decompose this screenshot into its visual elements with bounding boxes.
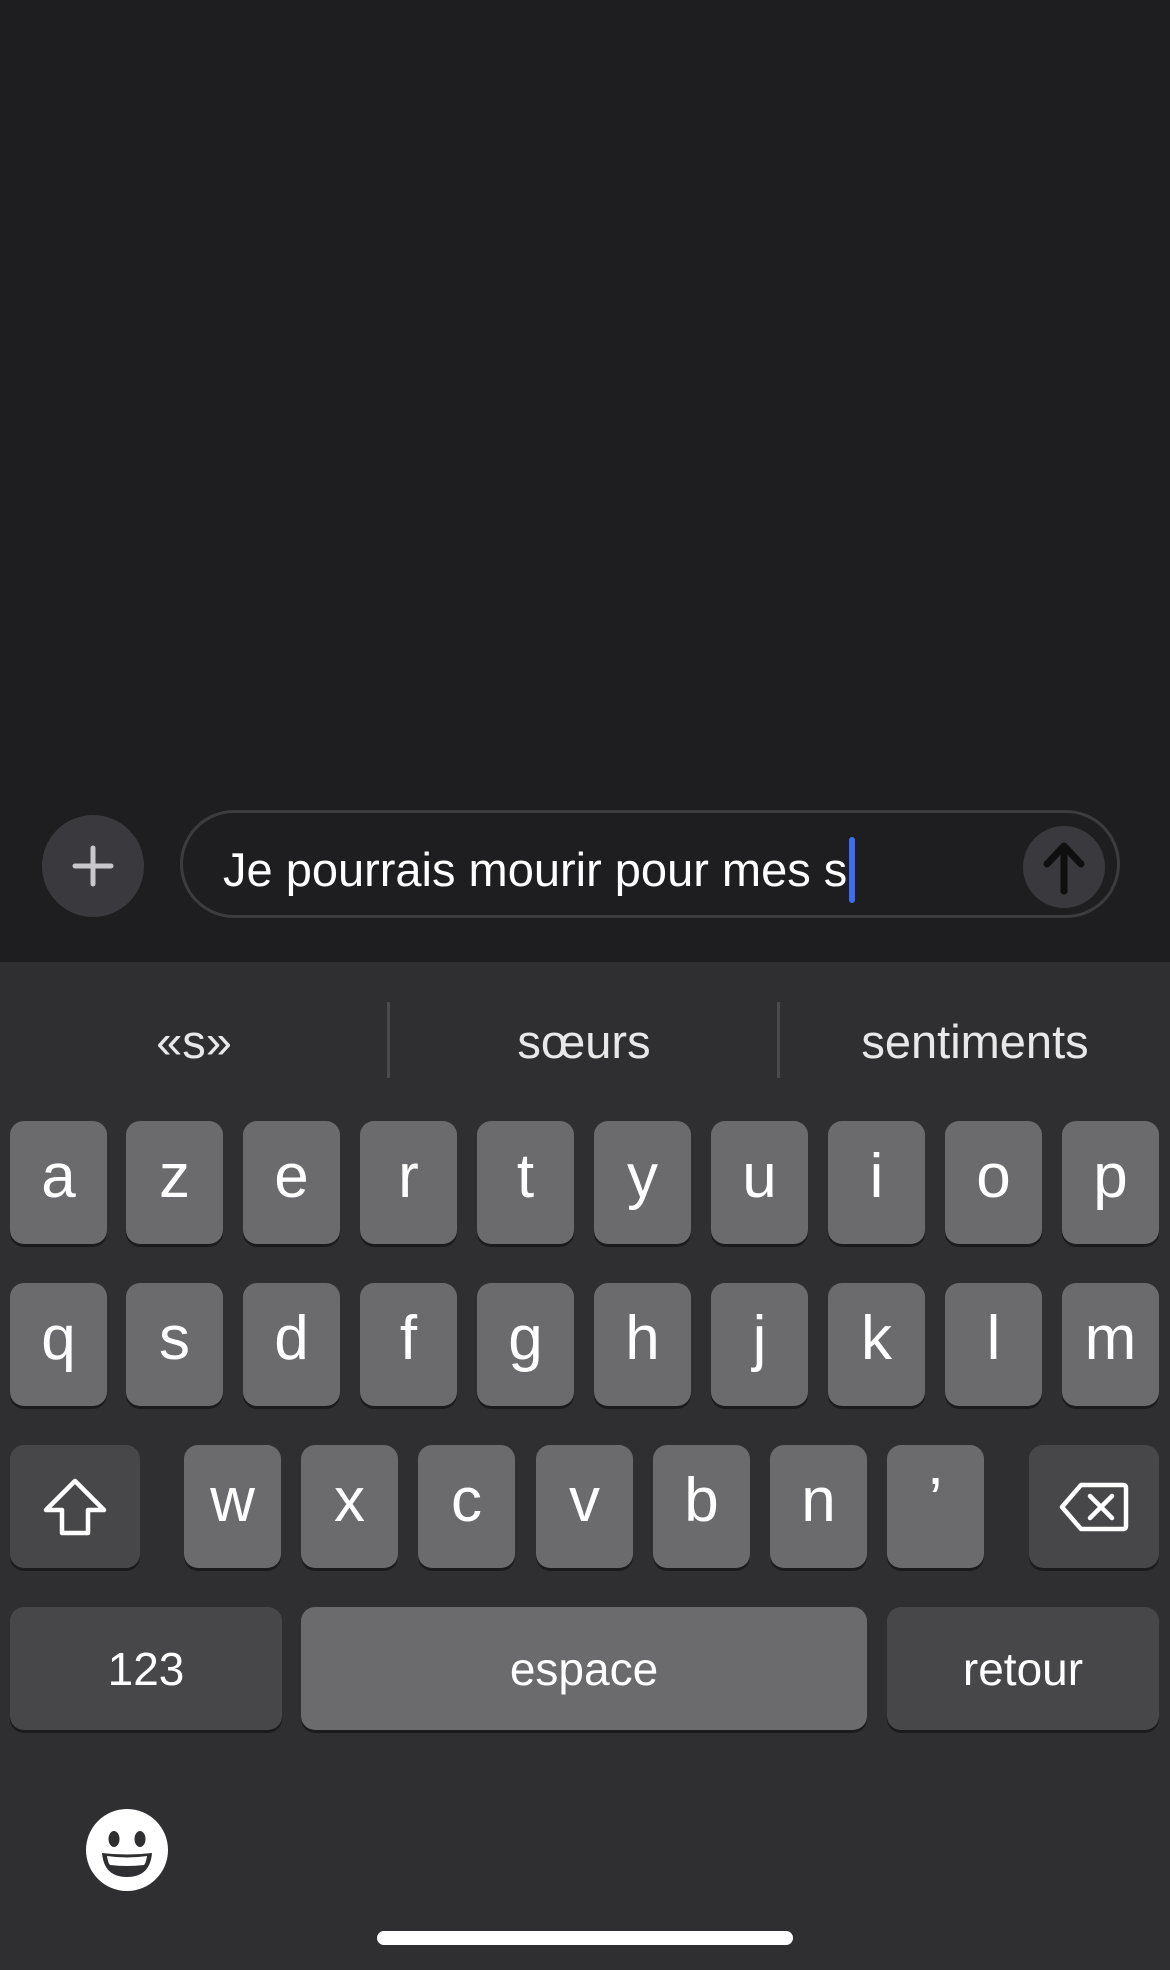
key-s[interactable]: s xyxy=(126,1283,223,1406)
shift-icon xyxy=(43,1478,107,1535)
key-g[interactable]: g xyxy=(477,1283,574,1406)
message-text: Je pourrais mourir pour mes s xyxy=(223,843,848,896)
key-e[interactable]: e xyxy=(243,1121,340,1244)
space-key[interactable]: espace xyxy=(301,1607,867,1730)
key-q[interactable]: q xyxy=(10,1283,107,1406)
key-u[interactable]: u xyxy=(711,1121,808,1244)
key-j[interactable]: j xyxy=(711,1283,808,1406)
home-indicator xyxy=(377,1931,793,1945)
delete-key[interactable] xyxy=(1029,1445,1159,1568)
key-x[interactable]: x xyxy=(301,1445,398,1568)
return-key[interactable]: retour xyxy=(887,1607,1159,1730)
add-attachment-button[interactable] xyxy=(42,815,144,917)
key-m[interactable]: m xyxy=(1062,1283,1159,1406)
delete-icon xyxy=(1059,1482,1129,1531)
suggestion-bar: «s» sœurs sentiments xyxy=(0,962,1170,1112)
key-l[interactable]: l xyxy=(945,1283,1042,1406)
key-f[interactable]: f xyxy=(360,1283,457,1406)
key-d[interactable]: d xyxy=(243,1283,340,1406)
key-p[interactable]: p xyxy=(1062,1121,1159,1244)
key-z[interactable]: z xyxy=(126,1121,223,1244)
key-h[interactable]: h xyxy=(594,1283,691,1406)
key-r[interactable]: r xyxy=(360,1121,457,1244)
suggestion-1[interactable]: «s» xyxy=(0,1002,388,1082)
key-c[interactable]: c xyxy=(418,1445,515,1568)
key-k[interactable]: k xyxy=(828,1283,925,1406)
key-n[interactable]: n xyxy=(770,1445,867,1568)
emoji-button[interactable] xyxy=(84,1807,170,1893)
message-input[interactable]: Je pourrais mourir pour mes s xyxy=(180,810,1120,918)
send-button[interactable] xyxy=(1023,826,1105,908)
key-b[interactable]: b xyxy=(653,1445,750,1568)
keyboard: «s» sœurs sentiments a z e r t y u i o p… xyxy=(0,962,1170,1970)
plus-icon xyxy=(72,845,114,887)
text-caret xyxy=(849,837,856,903)
arrow-up-icon xyxy=(1043,842,1085,895)
key-v[interactable]: v xyxy=(536,1445,633,1568)
suggestion-2[interactable]: sœurs xyxy=(390,1002,778,1082)
numbers-key[interactable]: 123 xyxy=(10,1607,282,1730)
shift-key[interactable] xyxy=(10,1445,140,1568)
key-a[interactable]: a xyxy=(10,1121,107,1244)
suggestion-3[interactable]: sentiments xyxy=(780,1002,1170,1082)
key-o[interactable]: o xyxy=(945,1121,1042,1244)
key-t[interactable]: t xyxy=(477,1121,574,1244)
key-i[interactable]: i xyxy=(828,1121,925,1244)
emoji-icon xyxy=(86,1809,168,1891)
key-apostrophe[interactable]: ’ xyxy=(887,1445,984,1568)
key-w[interactable]: w xyxy=(184,1445,281,1568)
key-y[interactable]: y xyxy=(594,1121,691,1244)
